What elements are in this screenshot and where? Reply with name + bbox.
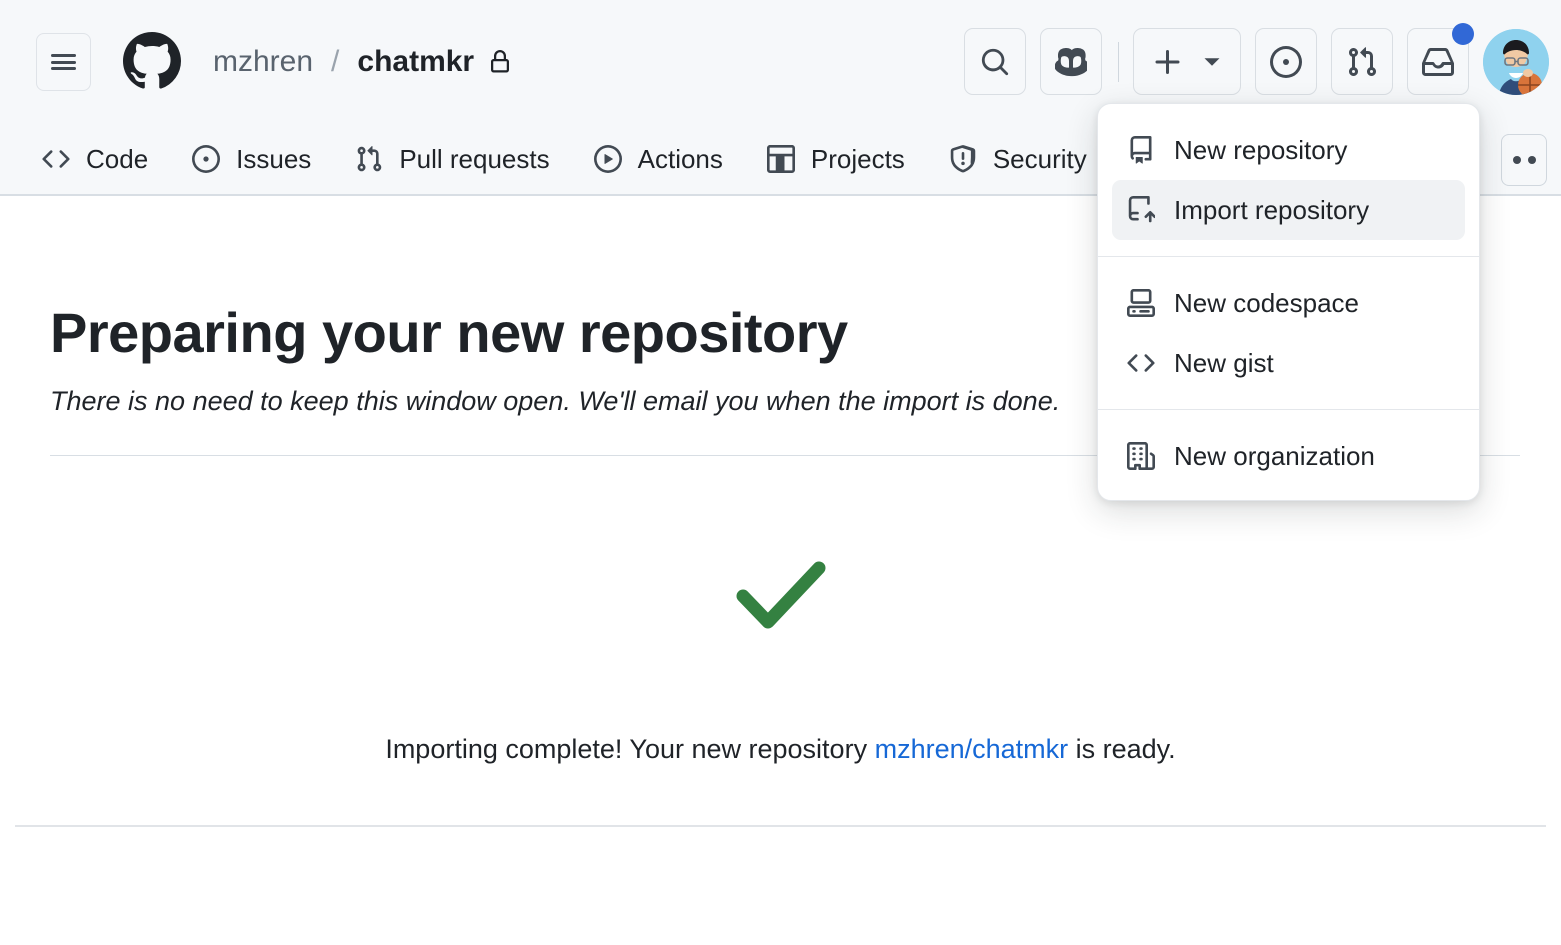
tab-issues[interactable]: Issues (192, 144, 311, 175)
tab-label: Projects (810, 143, 905, 174)
copilot-button[interactable] (1040, 28, 1102, 95)
organization-icon (1126, 442, 1156, 470)
notifications-button[interactable] (1407, 23, 1474, 95)
navigation-menu-button[interactable] (36, 33, 91, 91)
menu-item-import-repository[interactable]: Import repository (1112, 180, 1465, 240)
kebab-dot (1527, 156, 1536, 164)
import-status-icon-wrap (0, 546, 1561, 646)
git-pull-request-icon (355, 145, 383, 173)
menu-item-label: Import repository (1174, 194, 1370, 225)
inbox-icon (1422, 46, 1454, 78)
tab-label: Code (86, 143, 149, 174)
kebab-dot (1512, 156, 1521, 164)
menu-item-label: New organization (1174, 440, 1375, 471)
github-logo-icon[interactable] (123, 32, 181, 90)
issues-button[interactable] (1255, 28, 1317, 95)
breadcrumb-separator: / (331, 45, 340, 78)
tab-security[interactable]: Security (949, 144, 1087, 175)
nav-overflow-button[interactable] (1501, 134, 1547, 186)
tab-code[interactable]: Code (42, 144, 148, 175)
tab-label: Pull requests (399, 143, 550, 174)
shield-icon (949, 145, 977, 173)
copilot-icon (1055, 46, 1087, 78)
menu-item-new-codespace[interactable]: New codespace (1112, 273, 1465, 333)
tab-pull-requests[interactable]: Pull requests (355, 143, 550, 175)
check-icon (721, 546, 841, 646)
page-subtitle: There is no need to keep this window ope… (50, 386, 1061, 416)
search-button[interactable] (964, 28, 1026, 95)
code-icon (1126, 349, 1156, 377)
table-icon (766, 145, 795, 173)
plus-icon (1152, 46, 1184, 78)
status-prefix: Importing complete! Your new repository (385, 734, 875, 764)
create-menu-group-repository: New repository Import repository (1098, 120, 1479, 240)
lock-icon (488, 50, 512, 74)
header-actions (964, 23, 1561, 95)
avatar[interactable] (1483, 28, 1549, 95)
tab-actions[interactable]: Actions (593, 143, 723, 175)
page-title: Preparing your new repository (50, 301, 848, 364)
issue-opened-icon (192, 145, 221, 173)
hamburger-bar (51, 60, 76, 64)
menu-item-label: New gist (1174, 347, 1274, 378)
repo-push-icon (1126, 196, 1156, 224)
tab-label: Actions (637, 143, 723, 174)
hamburger-bar (51, 54, 76, 57)
status-suffix: is ready. (1068, 734, 1176, 764)
create-new-menu: New repository Import repository New cod… (1097, 103, 1480, 501)
menu-separator (1098, 409, 1479, 410)
menu-item-new-gist[interactable]: New gist (1112, 333, 1465, 393)
create-menu-group-dev: New codespace New gist (1098, 273, 1479, 393)
code-icon (42, 145, 70, 173)
breadcrumb: mzhren / chatmkr (213, 43, 512, 81)
codespaces-icon (1126, 289, 1156, 317)
header-divider (1118, 41, 1119, 82)
breadcrumb-repo[interactable]: chatmkr (357, 43, 474, 81)
menu-item-label: New codespace (1174, 287, 1359, 318)
notification-unread-indicator (1452, 23, 1474, 45)
hamburger-bar (51, 67, 76, 70)
issue-opened-icon (1270, 45, 1302, 78)
chevron-down-icon (1202, 52, 1222, 72)
menu-item-label: New repository (1174, 134, 1348, 165)
tab-label: Security (992, 143, 1087, 174)
create-new-button[interactable] (1133, 28, 1241, 95)
import-status-message: Importing complete! Your new repository … (0, 731, 1561, 767)
play-icon (593, 145, 622, 173)
menu-item-new-repository[interactable]: New repository (1112, 120, 1465, 180)
menu-separator (1098, 256, 1479, 257)
content-divider-bottom (15, 825, 1546, 827)
menu-item-new-organization[interactable]: New organization (1112, 426, 1465, 486)
pull-requests-button[interactable] (1331, 28, 1393, 95)
tab-projects[interactable]: Projects (766, 143, 905, 175)
search-icon (980, 47, 1010, 77)
git-pull-request-icon (1346, 46, 1378, 78)
repository-link[interactable]: mzhren/chatmkr (875, 734, 1069, 764)
breadcrumb-owner[interactable]: mzhren (213, 43, 313, 81)
create-menu-group-organization: New organization (1098, 426, 1479, 486)
repo-icon (1126, 136, 1156, 164)
tab-label: Issues (236, 143, 312, 174)
